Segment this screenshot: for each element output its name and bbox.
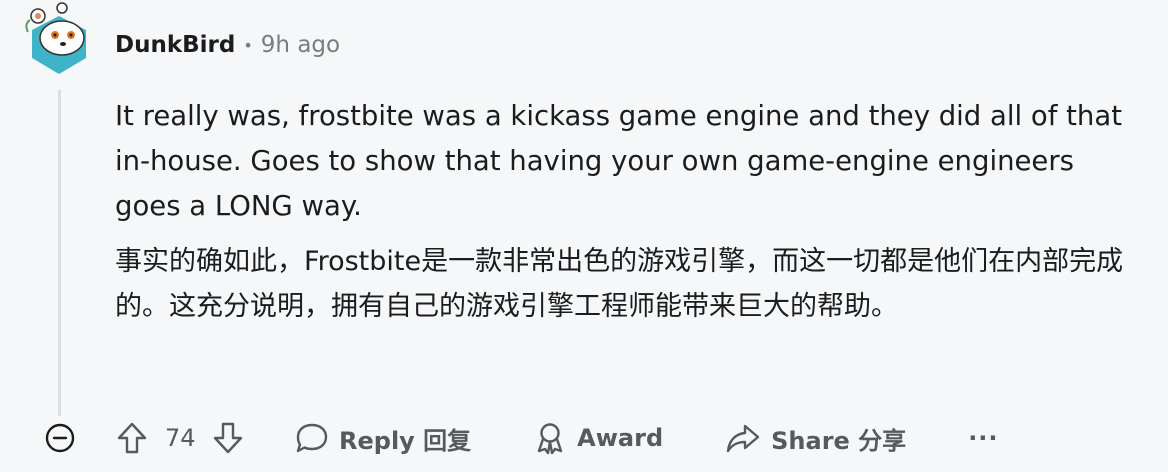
- award-label: Award: [577, 424, 664, 452]
- comment-text-chinese: 事实的确如此，Frostbite是一款非常出色的游戏引擎，而这一切都是他们在内部…: [115, 246, 1124, 322]
- comment-header: DunkBird • 9h ago: [115, 28, 340, 62]
- thread-line[interactable]: [58, 90, 61, 416]
- username[interactable]: DunkBird: [115, 32, 235, 58]
- collapse-button[interactable]: [44, 422, 76, 454]
- action-bar: 74 Reply 回复 Award Share 分享 ···: [113, 414, 999, 462]
- share-button[interactable]: Share 分享: [725, 416, 906, 460]
- upvote-arrow-icon: [117, 422, 147, 454]
- comment-text-english: It really was, frostbite was a kickass g…: [115, 100, 1122, 222]
- share-arrow-icon: [726, 424, 760, 453]
- comment-body: It really was, frostbite was a kickass g…: [115, 94, 1135, 329]
- reply-button[interactable]: Reply 回复: [295, 416, 471, 460]
- vote-count: 74: [165, 424, 196, 452]
- downvote-button[interactable]: [209, 419, 247, 457]
- comment: DunkBird • 9h ago It really was, frostbi…: [0, 0, 1168, 472]
- award-icon: [537, 423, 563, 455]
- meta-separator: •: [243, 35, 253, 55]
- award-button[interactable]: Award: [533, 416, 663, 460]
- avatar[interactable]: [22, 2, 96, 76]
- snoo-avatar-icon: [25, 2, 86, 74]
- collapse-minus-icon: [45, 423, 75, 453]
- downvote-arrow-icon: [213, 422, 243, 454]
- upvote-button[interactable]: [113, 419, 151, 457]
- share-label: Share 分享: [771, 426, 907, 455]
- reply-label: Reply 回复: [339, 426, 472, 455]
- timestamp[interactable]: 9h ago: [261, 32, 340, 58]
- more-options-button[interactable]: ···: [968, 424, 998, 452]
- speech-bubble-icon: [296, 423, 328, 453]
